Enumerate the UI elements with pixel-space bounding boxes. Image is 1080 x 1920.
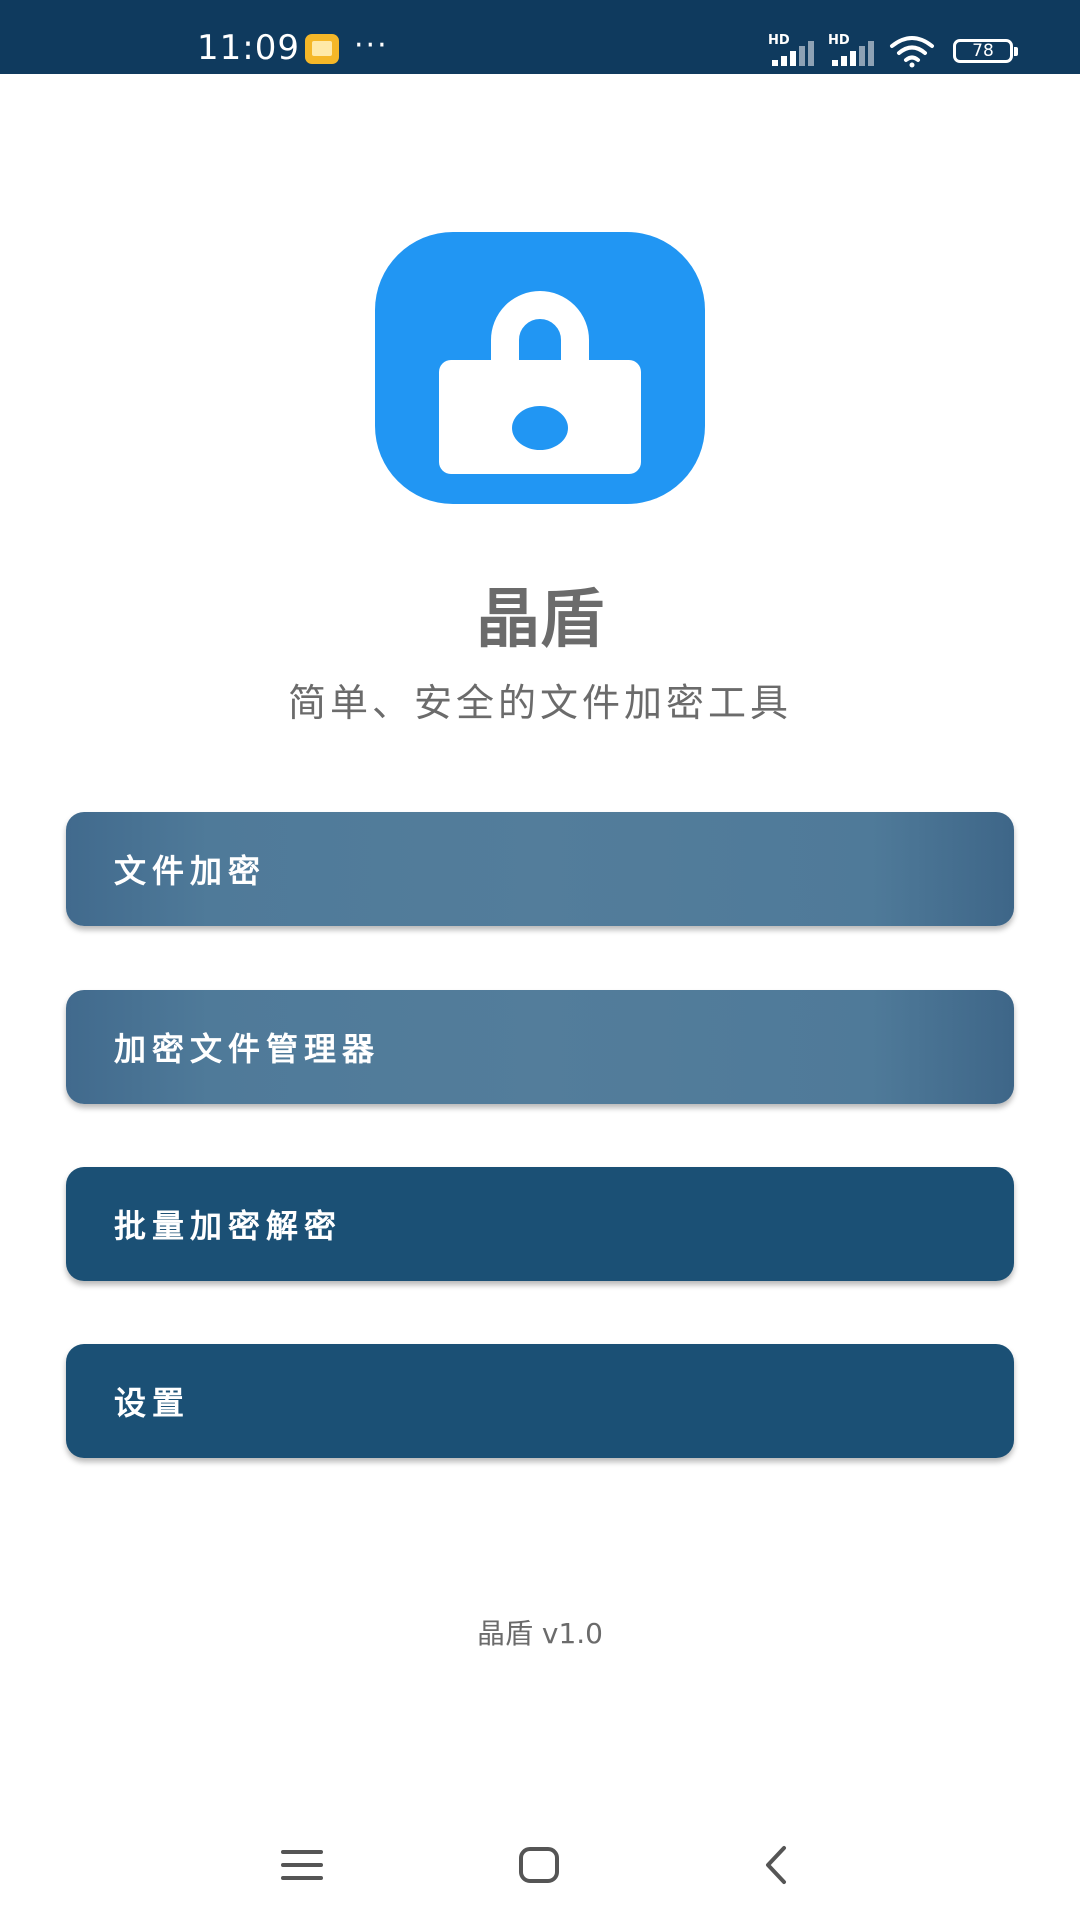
button-label: 批量加密解密	[114, 1207, 343, 1245]
lock-icon	[375, 232, 705, 504]
network-label: HD	[768, 33, 790, 48]
batch-encrypt-decrypt-button[interactable]: 批量加密解密	[66, 1167, 1014, 1281]
wifi-icon	[890, 36, 934, 68]
more-notifications-icon: ···	[354, 28, 389, 63]
version-text: 晶盾 v1.0	[476, 1617, 603, 1650]
button-label: 设置	[114, 1384, 191, 1422]
navigation-bar	[0, 1810, 1080, 1920]
app-subtitle: 简单、安全的文件加密工具	[287, 681, 792, 725]
home-icon[interactable]	[514, 1840, 564, 1890]
app-title: 晶盾	[476, 583, 604, 657]
notification-app-icon	[305, 34, 339, 64]
signal-icon: HD	[768, 34, 822, 66]
status-bar: 11:09 ··· HD HD 78	[0, 0, 1080, 74]
status-time: 11:09	[197, 28, 300, 68]
menu-icon[interactable]	[277, 1840, 327, 1890]
battery-icon: 78	[953, 39, 1018, 63]
signal-icon-2: HD	[828, 34, 882, 66]
encrypted-file-manager-button[interactable]: 加密文件管理器	[66, 990, 1014, 1104]
back-icon[interactable]	[752, 1840, 802, 1890]
network-label: HD	[828, 33, 850, 48]
file-encrypt-button[interactable]: 文件加密	[66, 812, 1014, 926]
settings-button[interactable]: 设置	[66, 1344, 1014, 1458]
button-label: 文件加密	[114, 852, 267, 890]
button-label: 加密文件管理器	[114, 1030, 381, 1068]
